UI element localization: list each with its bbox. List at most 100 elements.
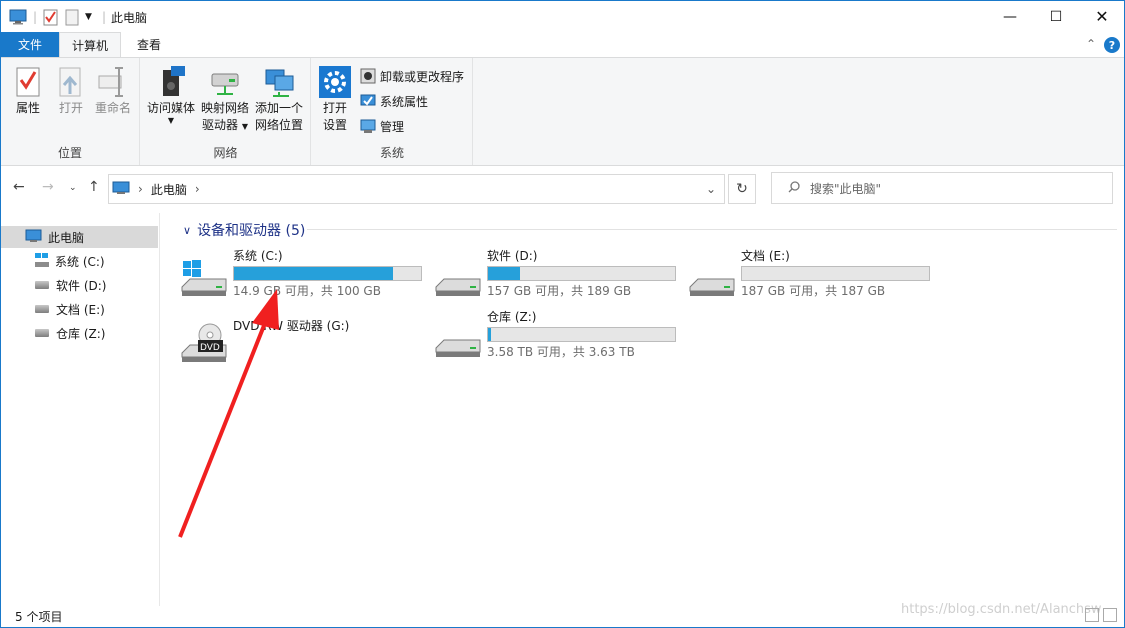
- this-pc-small-icon[interactable]: [9, 7, 27, 27]
- drive-usage-fill: [488, 328, 491, 341]
- nav-item-label: 此电脑: [48, 230, 85, 245]
- properties-label: 属性: [15, 101, 40, 115]
- rename-icon: [97, 64, 129, 98]
- drive-free-space: 3.58 TB 可用，共 3.63 TB: [487, 345, 635, 359]
- manage-button[interactable]: 管理: [360, 116, 404, 136]
- address-history-dropdown-icon[interactable]: ⌄: [706, 182, 716, 196]
- system-properties-icon: [360, 93, 376, 109]
- access-media-label: 访问媒体: [146, 101, 195, 115]
- ribbon-tabs: 文件 计算机 查看 ⌃ ?: [1, 32, 1124, 58]
- search-input[interactable]: 搜索"此电脑": [810, 180, 881, 197]
- open-icon: [55, 64, 87, 98]
- up-arrow-icon[interactable]: ↑: [88, 179, 100, 195]
- drive-free-space: 157 GB 可用，共 189 GB: [487, 284, 632, 298]
- uninstall-label: 卸载或更改程序: [380, 69, 465, 84]
- rename-button[interactable]: 重命名: [93, 64, 133, 117]
- large-icons-view-icon[interactable]: [1103, 608, 1117, 622]
- add-network-location-button[interactable]: 添加一个 网络位置: [251, 64, 307, 134]
- toolbar-separator: |: [102, 10, 107, 24]
- nav-item-drive-c[interactable]: 系统 (C:): [35, 250, 105, 272]
- nav-item-label: 文档 (E:): [56, 302, 105, 317]
- search-icon: [788, 180, 800, 196]
- breadcrumb-this-pc[interactable]: 此电脑: [151, 181, 187, 198]
- drive-icon: [35, 305, 49, 313]
- toolbar-separator: |: [33, 10, 38, 24]
- breadcrumb-chevron-icon[interactable]: ›: [195, 182, 200, 196]
- properties-quick-icon[interactable]: [43, 7, 59, 27]
- group-network: 访问媒体 ▼ 映射网络 驱动器 ▼ 添加一个 网络位置 网络: [141, 58, 311, 165]
- details-view-icon[interactable]: [1085, 608, 1099, 622]
- drive-tile-d[interactable]: 软件 (D:) 157 GB 可用，共 189 GB: [435, 247, 685, 303]
- tab-view[interactable]: 查看: [123, 32, 175, 57]
- nav-item-label: 仓库 (Z:): [56, 326, 106, 341]
- maximize-button[interactable]: ☐: [1033, 1, 1079, 32]
- forward-arrow-icon[interactable]: →: [42, 179, 54, 195]
- group-system: 打开 设置 卸载或更改程序 系统属性 管理 系统: [312, 58, 473, 165]
- system-properties-button[interactable]: 系统属性: [360, 91, 428, 111]
- refresh-button[interactable]: ↻: [728, 174, 756, 204]
- nav-item-drive-e[interactable]: 文档 (E:): [35, 298, 105, 320]
- nav-item-drive-d[interactable]: 软件 (D:): [35, 274, 106, 296]
- group-network-label: 网络: [213, 146, 238, 160]
- nav-item-this-pc[interactable]: 此电脑: [1, 226, 158, 248]
- title-bar: | ▼ | 此电脑 — ☐ ✕: [1, 1, 1124, 32]
- new-folder-quick-icon[interactable]: [65, 7, 79, 27]
- close-button[interactable]: ✕: [1079, 1, 1125, 32]
- windows-drive-icon: [35, 252, 49, 270]
- open-label: 打开: [58, 101, 83, 115]
- rename-label: 重命名: [94, 101, 131, 115]
- drive-usage-bar: [487, 266, 676, 281]
- group-system-label: 系统: [379, 146, 404, 160]
- drive-usage-bar: [741, 266, 930, 281]
- drive-tile-e[interactable]: 文档 (E:) 187 GB 可用，共 187 GB: [689, 247, 939, 303]
- navigation-bar: ← → ⌄ ↑ › 此电脑 › ⌄ ↻ 搜索"此电脑": [1, 167, 1124, 209]
- window-title: 此电脑: [111, 11, 148, 25]
- media-icon: [155, 64, 187, 98]
- map-drive-label-line2: 驱动器 ▼: [202, 118, 248, 132]
- open-button[interactable]: 打开: [54, 64, 88, 117]
- nav-item-drive-z[interactable]: 仓库 (Z:): [35, 322, 105, 344]
- drive-usage-bar: [487, 327, 676, 342]
- drive-icon: [689, 257, 737, 297]
- drive-tile-z[interactable]: 仓库 (Z:) 3.58 TB 可用，共 3.63 TB: [435, 308, 685, 364]
- group-location: 属性 打开 重命名 位置: [1, 58, 140, 165]
- add-location-label-line2: 网络位置: [254, 118, 303, 132]
- media-dropdown-icon: ▼: [167, 116, 175, 125]
- drive-name: 文档 (E:): [741, 249, 790, 263]
- help-icon[interactable]: ?: [1104, 37, 1120, 53]
- properties-icon: [12, 64, 44, 98]
- drive-name: 仓库 (Z:): [487, 310, 537, 324]
- this-pc-icon: [112, 181, 130, 198]
- system-properties-label: 系统属性: [380, 94, 429, 109]
- file-explorer-window: | ▼ | 此电脑 — ☐ ✕ 文件 计算机 查看 ⌃ ? 属性 打开 重命名 …: [0, 0, 1125, 628]
- address-bar[interactable]: › 此电脑 › ⌄: [108, 174, 725, 204]
- content-area: ∨ 设备和驱动器 (5) 系统 (C:) 14.9 GB 可用，共 100 GB…: [161, 213, 1123, 606]
- minimize-button[interactable]: —: [987, 1, 1033, 32]
- access-media-button[interactable]: 访问媒体 ▼: [145, 64, 197, 125]
- item-count: 5 个项目: [15, 610, 63, 624]
- recent-locations-icon[interactable]: ⌄: [69, 183, 77, 193]
- search-box[interactable]: 搜索"此电脑": [771, 172, 1113, 204]
- watermark-text: https://blog.csdn.net/Alanchsw: [901, 602, 1102, 617]
- collapse-ribbon-icon[interactable]: ⌃: [1086, 37, 1096, 51]
- annotation-arrow: [178, 289, 279, 538]
- uninstall-icon: [360, 68, 376, 84]
- tab-file[interactable]: 文件: [1, 32, 59, 57]
- this-pc-icon: [25, 229, 42, 246]
- settings-label-line2: 设置: [322, 118, 347, 132]
- ribbon: 属性 打开 重命名 位置 访问媒体 ▼ 映射网络 驱动器 ▼ 添加一个 网络位置…: [1, 57, 1124, 166]
- tab-computer[interactable]: 计算机: [59, 32, 121, 58]
- breadcrumb-separator-icon: ›: [138, 182, 143, 196]
- settings-label-line1: 打开: [322, 101, 347, 115]
- network-location-icon: [263, 64, 295, 98]
- manage-icon: [360, 118, 376, 134]
- drive-icon: [35, 281, 49, 289]
- quick-access-dropdown-icon[interactable]: ▼: [85, 7, 92, 27]
- add-location-label-line1: 添加一个: [254, 101, 303, 115]
- drive-icon: [35, 329, 49, 337]
- map-network-drive-button[interactable]: 映射网络 驱动器 ▼: [199, 64, 251, 135]
- uninstall-program-button[interactable]: 卸载或更改程序: [360, 66, 464, 86]
- back-arrow-icon[interactable]: ←: [13, 179, 25, 195]
- open-settings-button[interactable]: 打开 设置: [318, 64, 352, 134]
- properties-button[interactable]: 属性: [11, 64, 45, 117]
